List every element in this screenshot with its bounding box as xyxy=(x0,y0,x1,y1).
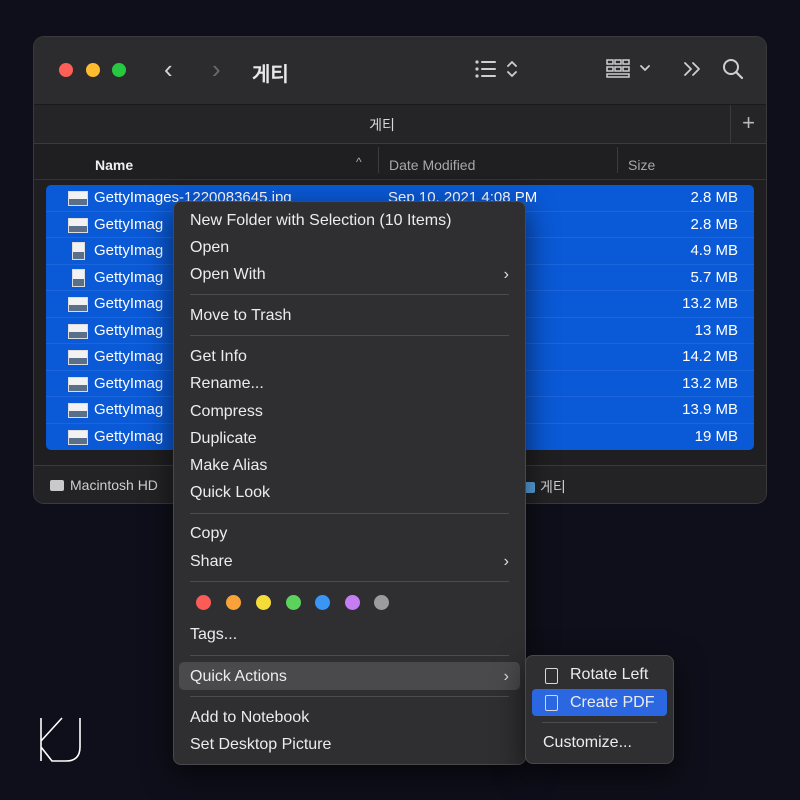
file-name: GettyImag xyxy=(94,348,164,365)
toolbar: ‹ › 게티 xyxy=(34,37,766,104)
menu-item-copy[interactable]: Copy xyxy=(190,525,227,543)
menu-item-make-alias[interactable]: Make Alias xyxy=(190,457,267,475)
kj-logo xyxy=(40,717,82,763)
image-thumbnail-icon xyxy=(72,269,85,287)
tag-color-purple[interactable] xyxy=(345,595,360,610)
file-size: 2.8 MB xyxy=(690,216,738,233)
menu-item-tags[interactable]: Tags... xyxy=(190,626,237,644)
image-thumbnail-icon xyxy=(68,377,88,392)
menu-item-new-folder-with-selection[interactable]: New Folder with Selection (10 Items) xyxy=(190,212,451,230)
tag-color-orange[interactable] xyxy=(226,595,241,610)
submenu-item-customize[interactable]: Customize... xyxy=(543,734,632,752)
chevron-right-icon: › xyxy=(503,553,509,570)
tag-color-gray[interactable] xyxy=(374,595,389,610)
column-divider[interactable] xyxy=(617,147,618,173)
menu-item-quick-look[interactable]: Quick Look xyxy=(190,484,270,502)
context-menu: New Folder with Selection (10 Items) Ope… xyxy=(173,201,526,765)
column-divider[interactable] xyxy=(378,147,379,173)
minimize-window-button[interactable] xyxy=(86,63,100,77)
file-name: GettyImag xyxy=(94,269,164,286)
image-thumbnail-icon xyxy=(68,403,88,418)
menu-item-compress[interactable]: Compress xyxy=(190,403,263,421)
menu-separator xyxy=(190,335,509,336)
file-size: 13.9 MB xyxy=(682,401,738,418)
file-size: 4.9 MB xyxy=(690,242,738,259)
image-thumbnail-icon xyxy=(68,350,88,365)
grid-view-icon[interactable] xyxy=(606,57,654,87)
image-thumbnail-icon xyxy=(68,191,88,206)
file-name: GettyImag xyxy=(94,242,164,259)
file-name: GettyImag xyxy=(94,216,164,233)
file-size: 5.7 MB xyxy=(690,269,738,286)
path-item-label: 게티 xyxy=(540,479,566,495)
tag-color-blue[interactable] xyxy=(315,595,330,610)
chevron-right-icon: › xyxy=(503,668,509,685)
file-size: 13.2 MB xyxy=(682,295,738,312)
menu-item-duplicate[interactable]: Duplicate xyxy=(190,430,257,448)
menu-item-get-info[interactable]: Get Info xyxy=(190,348,247,366)
more-chevrons-icon[interactable] xyxy=(682,57,704,87)
menu-item-set-desktop-picture[interactable]: Set Desktop Picture xyxy=(190,736,331,754)
column-header-name[interactable]: Name xyxy=(95,157,133,173)
path-item-label: Macintosh HD xyxy=(70,477,158,493)
search-icon[interactable] xyxy=(721,57,745,87)
menu-item-add-to-notebook[interactable]: Add to Notebook xyxy=(190,709,309,727)
file-name: GettyImag xyxy=(94,401,164,418)
forward-button[interactable]: › xyxy=(212,55,221,83)
menu-item-share[interactable]: Share xyxy=(190,553,233,571)
menu-separator xyxy=(190,294,509,295)
menu-item-move-to-trash[interactable]: Move to Trash xyxy=(190,307,291,325)
image-thumbnail-icon xyxy=(68,430,88,445)
rotate-left-icon xyxy=(545,668,558,684)
window-title: 게티 xyxy=(252,64,289,86)
back-button[interactable]: ‹ xyxy=(164,55,173,83)
chevron-right-icon: › xyxy=(503,266,509,283)
menu-separator xyxy=(190,696,509,697)
zoom-window-button[interactable] xyxy=(112,63,126,77)
submenu-item-create-pdf[interactable]: Create PDF xyxy=(570,694,654,712)
file-name: GettyImag xyxy=(94,375,164,392)
path-item-root[interactable]: Macintosh HD xyxy=(50,477,158,493)
tag-color-red[interactable] xyxy=(196,595,211,610)
column-header-date-modified[interactable]: Date Modified xyxy=(389,157,475,173)
menu-separator xyxy=(190,513,509,514)
image-thumbnail-icon xyxy=(68,297,88,312)
file-size: 14.2 MB xyxy=(682,348,738,365)
file-size: 13.2 MB xyxy=(682,375,738,392)
new-tab-button[interactable]: + xyxy=(730,105,766,143)
tab-bar: 게티 + xyxy=(34,104,766,144)
tag-color-yellow[interactable] xyxy=(256,595,271,610)
quick-actions-submenu: Rotate Left Create PDF Customize... xyxy=(525,655,674,764)
file-name: GettyImag xyxy=(94,295,164,312)
column-header-size[interactable]: Size xyxy=(628,157,655,173)
path-item-current[interactable]: 게티 xyxy=(521,477,566,497)
menu-item-quick-actions[interactable]: Quick Actions xyxy=(190,668,287,686)
file-size: 19 MB xyxy=(694,428,738,445)
image-thumbnail-icon xyxy=(68,218,88,233)
tab-current-folder[interactable]: 게티 xyxy=(34,115,730,135)
menu-item-open[interactable]: Open xyxy=(190,239,229,257)
menu-item-open-with[interactable]: Open With xyxy=(190,266,266,284)
image-thumbnail-icon xyxy=(72,242,85,260)
list-view-icon[interactable] xyxy=(474,57,518,87)
submenu-item-rotate-left[interactable]: Rotate Left xyxy=(570,666,648,684)
file-size: 13 MB xyxy=(694,322,738,339)
column-headers: Name ^ Date Modified Size xyxy=(34,143,766,180)
image-thumbnail-icon xyxy=(68,324,88,339)
document-icon xyxy=(545,695,558,711)
hard-drive-icon xyxy=(50,480,64,491)
file-name: GettyImag xyxy=(94,322,164,339)
sort-ascending-icon: ^ xyxy=(356,155,362,169)
file-size: 2.8 MB xyxy=(690,189,738,206)
close-window-button[interactable] xyxy=(59,63,73,77)
menu-separator xyxy=(190,655,509,656)
file-name: GettyImag xyxy=(94,428,164,445)
menu-separator xyxy=(542,722,657,723)
menu-item-rename[interactable]: Rename... xyxy=(190,375,264,393)
tag-color-green[interactable] xyxy=(286,595,301,610)
menu-separator xyxy=(190,581,509,582)
